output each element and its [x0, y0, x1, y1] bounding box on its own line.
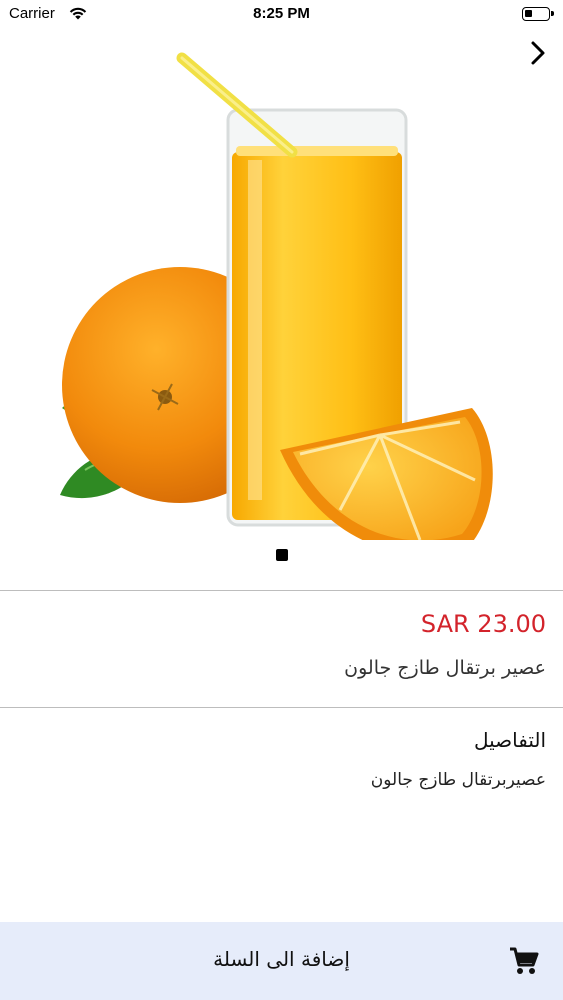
product-image[interactable] — [0, 40, 563, 554]
next-button[interactable] — [527, 40, 549, 66]
details-title: التفاصيل — [473, 728, 546, 752]
status-bar: Carrier 8:25 PM — [0, 0, 563, 30]
battery-icon — [522, 7, 554, 21]
add-to-cart-label: إضافة الى السلة — [213, 947, 350, 971]
status-time: 8:25 PM — [253, 5, 310, 22]
add-to-cart-button[interactable]: إضافة الى السلة — [0, 922, 563, 1000]
chevron-right-icon — [531, 41, 545, 65]
details-text: عصيربرتقال طازج جالون — [370, 770, 546, 790]
divider-middle — [0, 707, 563, 708]
product-price: SAR 23.00 — [420, 610, 546, 638]
page-indicator-dot[interactable] — [276, 549, 288, 561]
product-name: عصير برتقال طازج جالون — [344, 657, 546, 679]
shopping-cart-icon — [508, 946, 540, 976]
divider-top — [0, 590, 563, 591]
